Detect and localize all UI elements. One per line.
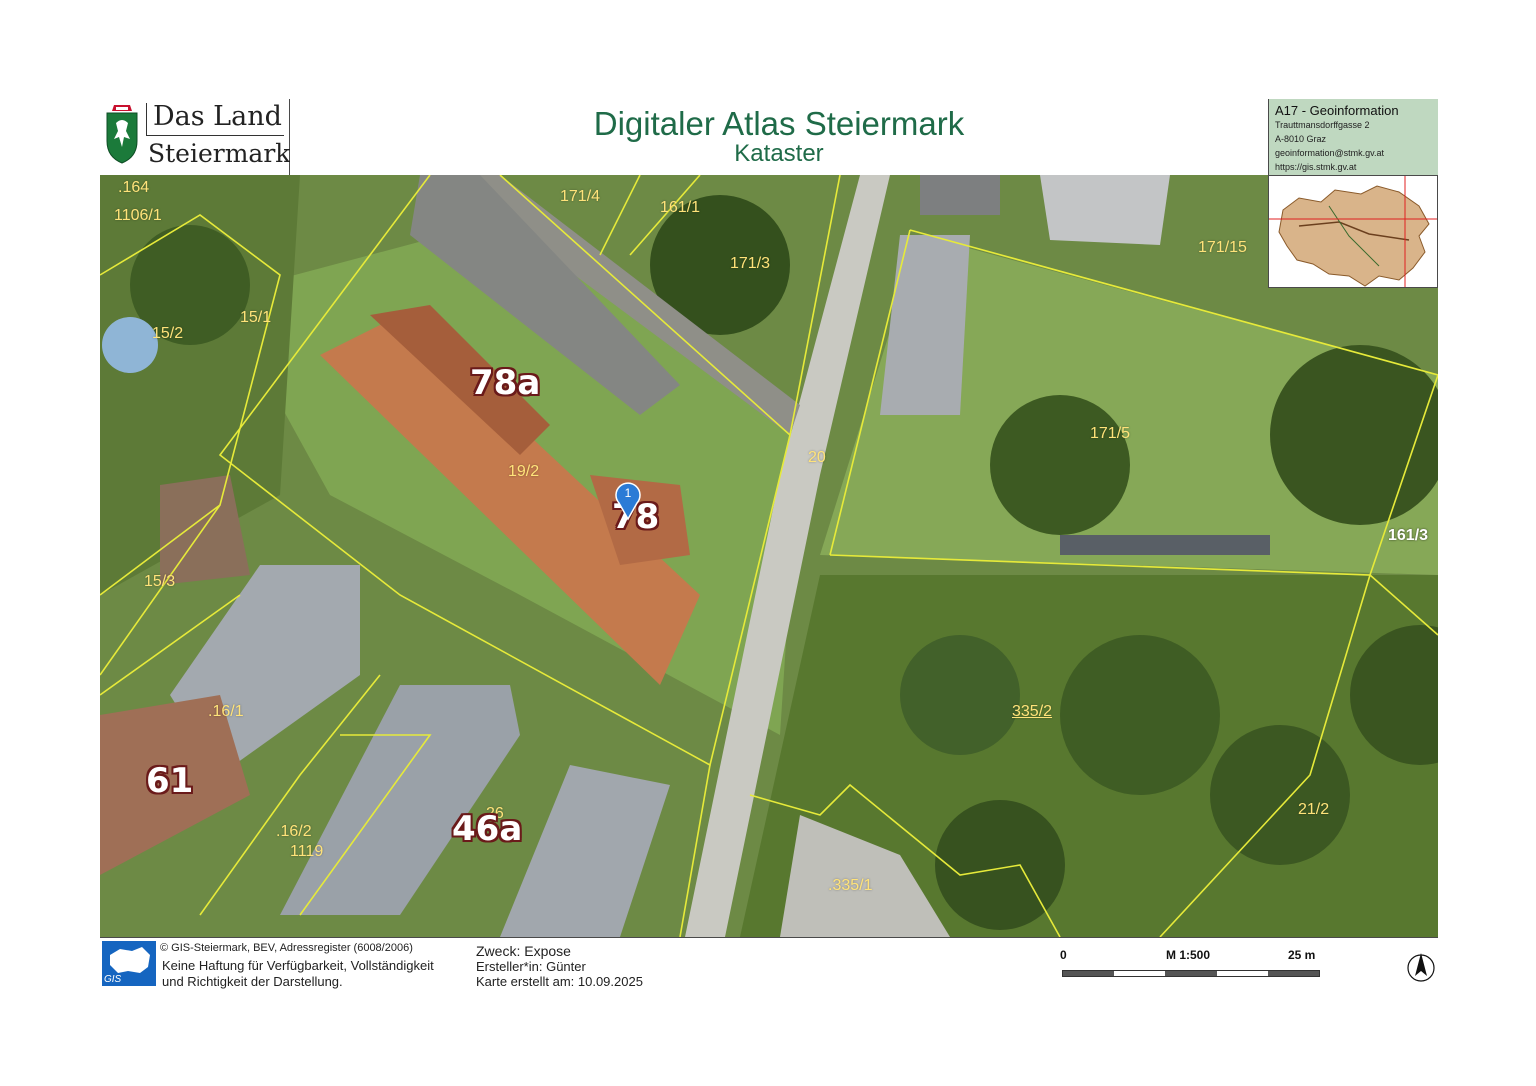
- publisher-city: A-8010 Graz: [1275, 134, 1327, 144]
- parcel-label: 171/3: [730, 255, 771, 272]
- cadastral-map[interactable]: .164 1106/1 171/4 161/1 171/3 171/15 15/…: [100, 175, 1438, 937]
- overview-map[interactable]: [1268, 175, 1438, 288]
- marker-number: 1: [625, 486, 632, 500]
- logo-text-line1: Das Land: [153, 101, 282, 132]
- parcel-label: 171/4: [560, 188, 601, 205]
- map-subtitle: Kataster: [734, 140, 824, 167]
- logo-rule: [146, 135, 284, 136]
- house-number: 61: [146, 761, 194, 801]
- publisher-url[interactable]: https://gis.stmk.gv.at: [1275, 160, 1438, 174]
- publisher-email[interactable]: geoinformation@stmk.gv.at: [1275, 146, 1438, 160]
- parcel-label: 15/1: [240, 309, 272, 326]
- parcel-label: 1106/1: [114, 207, 162, 224]
- parcel-label: .164: [118, 179, 150, 196]
- map-footer: GIS © GIS-Steiermark, BEV, Adressregiste…: [100, 937, 1438, 989]
- styria-outline: [1269, 176, 1437, 287]
- parcel-label: 20: [808, 449, 826, 466]
- logo-divider: [146, 103, 147, 135]
- creation-date: Karte erstellt am: 10.09.2025: [476, 974, 643, 989]
- publisher-info: A17 - Geoinformation Trauttmansdorffgass…: [1268, 99, 1438, 175]
- scale-start-label: 0: [1060, 948, 1067, 962]
- parcel-label: 171/5: [1090, 425, 1131, 442]
- parcel-label: 1119: [290, 843, 324, 860]
- parcel-label: 15/3: [144, 573, 176, 590]
- parcel-label: .16/1: [208, 703, 244, 720]
- state-logo: Das Land Steiermark: [100, 99, 290, 175]
- parcel-label: 161/1: [660, 199, 701, 216]
- parcel-label: 19/2: [508, 463, 540, 480]
- title-area: Digitaler Atlas Steiermark Kataster: [290, 99, 1268, 175]
- parcel-label: 15/2: [152, 325, 184, 342]
- creator-text: Ersteller*in: Günter: [476, 959, 586, 974]
- gis-steiermark-logo: GIS: [102, 941, 156, 986]
- scale-segments: [1062, 970, 1320, 977]
- parcel-label: 335/2: [1012, 703, 1053, 720]
- gis-logo-text: GIS: [104, 974, 122, 985]
- purpose-text: Zweck: Expose: [476, 943, 571, 959]
- north-arrow-icon: [1407, 953, 1435, 982]
- house-number: 78a: [470, 363, 541, 403]
- disclaimer-line2: und Richtigkeit der Darstellung.: [162, 974, 343, 989]
- coat-of-arms-icon: [106, 105, 138, 164]
- disclaimer-line1: Keine Haftung für Verfügbarkeit, Vollstä…: [162, 958, 434, 973]
- parcel-label: 161/3: [1388, 527, 1429, 544]
- parcel-label: 21/2: [1298, 801, 1330, 818]
- parcel-label: .335/1: [828, 877, 873, 894]
- scale-ratio-label: M 1:500: [1166, 948, 1211, 962]
- map-title: Digitaler Atlas Steiermark: [593, 105, 965, 142]
- publisher-address: Trauttmansdorffgasse 2: [1275, 120, 1370, 130]
- map-header: Das Land Steiermark Digitaler Atlas Stei…: [100, 99, 1438, 175]
- location-pin-icon[interactable]: 1: [613, 479, 643, 521]
- scale-end-label: 25 m: [1288, 948, 1316, 962]
- copyright-text: © GIS-Steiermark, BEV, Adressregister (6…: [160, 942, 413, 954]
- house-number: 46a: [452, 809, 523, 849]
- logo-text-line2: Steiermark: [148, 139, 291, 168]
- parcel-label: 171/15: [1198, 239, 1247, 256]
- publisher-title: A17 - Geoinformation: [1275, 103, 1399, 118]
- scale-bar: 0 M 1:500 25 m: [1058, 948, 1320, 978]
- parcel-label: .16/2: [276, 823, 312, 840]
